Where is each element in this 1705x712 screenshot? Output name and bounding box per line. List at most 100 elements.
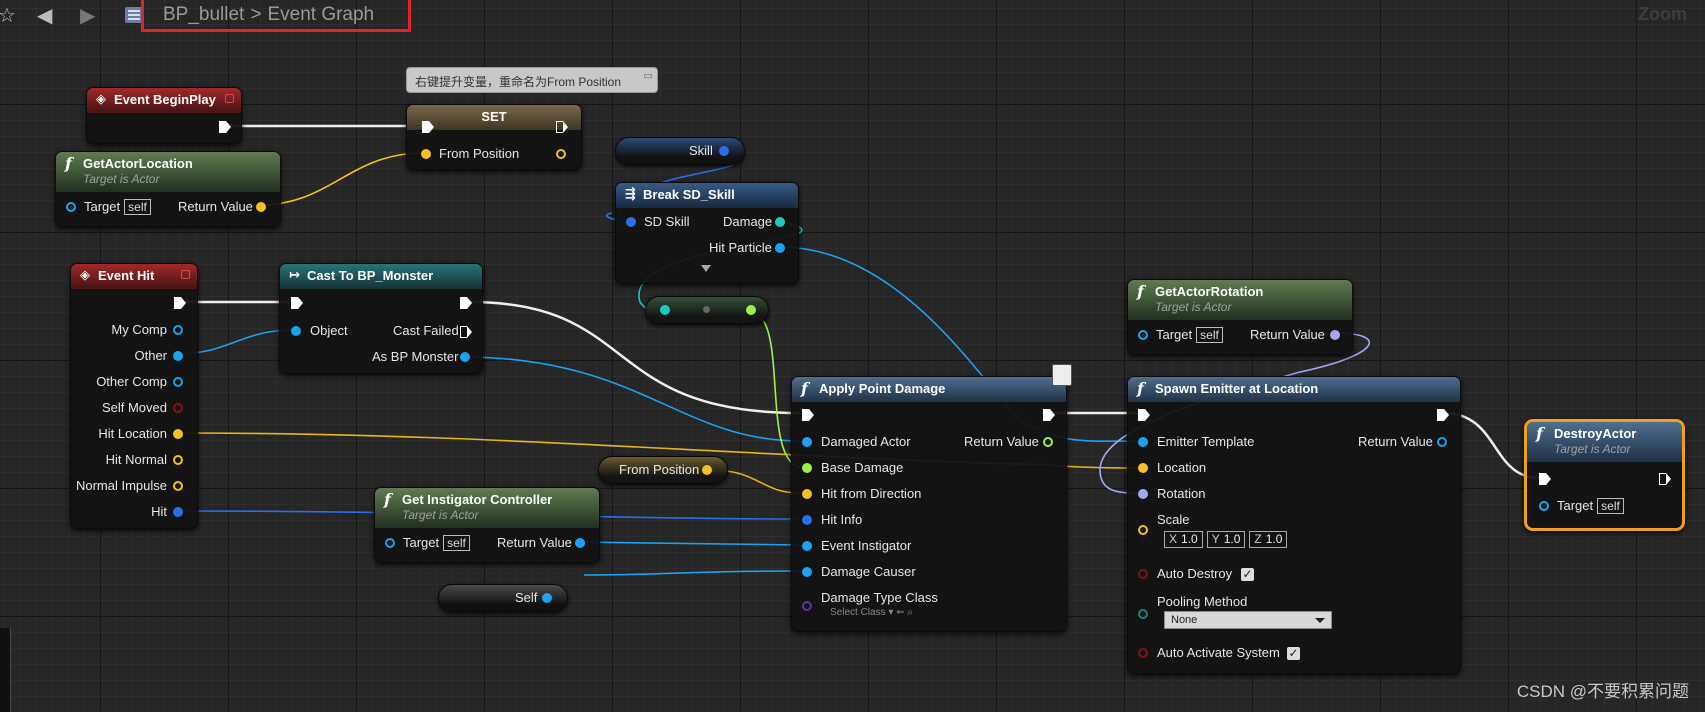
node-get-instigator-controller[interactable]: f Get Instigator Controller Target is Ac… — [374, 487, 600, 563]
exec-in-pin[interactable] — [291, 297, 303, 309]
exec-out-pin[interactable] — [460, 297, 472, 309]
delegate-pin[interactable] — [181, 270, 190, 279]
conversion-out-pin[interactable] — [746, 305, 756, 315]
other-comp-pin[interactable] — [173, 377, 183, 387]
conversion-in-pin[interactable] — [660, 305, 670, 315]
skill-out-pin[interactable] — [719, 146, 729, 156]
from-position-in-pin[interactable] — [421, 149, 431, 159]
exec-in-pin[interactable] — [1138, 409, 1150, 421]
expand-arrow-icon[interactable] — [701, 265, 711, 272]
target-pin[interactable] — [385, 538, 395, 548]
sd-skill-in-pin[interactable] — [626, 217, 636, 227]
pooling-method-pin[interactable] — [1138, 609, 1148, 619]
from-position-out-pin[interactable] — [702, 465, 712, 475]
pooling-method-dropdown[interactable]: None — [1164, 611, 1332, 629]
arrow-right-icon[interactable]: ▶ — [80, 3, 95, 28]
variable-self[interactable]: Self — [438, 584, 568, 612]
comment-bubble[interactable]: 右键提升变量，重命名为From Position ▭ — [406, 67, 658, 93]
object-in-pin[interactable] — [291, 326, 301, 336]
delegate-pin[interactable] — [225, 94, 234, 103]
damage-causer-label: Damage Causer — [821, 564, 916, 579]
return-pin[interactable] — [256, 202, 266, 212]
pin-label-hit-location: Hit Location — [98, 426, 167, 441]
hit-info-pin[interactable] — [802, 515, 812, 525]
damage-type-class-pin[interactable] — [802, 601, 812, 611]
scale-pin[interactable] — [1138, 525, 1148, 535]
exec-out-pin[interactable] — [1437, 409, 1449, 421]
auto-destroy-checkbox[interactable]: ✓ — [1241, 568, 1254, 581]
target-pin[interactable] — [1138, 330, 1148, 340]
node-get-actor-rotation[interactable]: f GetActorRotation Target is Actor Targe… — [1127, 279, 1353, 355]
normal-impulse-pin[interactable] — [173, 481, 183, 491]
self-default[interactable]: self — [124, 199, 151, 215]
node-set[interactable]: SET From Position — [406, 104, 582, 170]
self-default[interactable]: self — [443, 535, 470, 551]
node-event-begin-play[interactable]: ◈ Event BeginPlay — [86, 87, 242, 144]
node-destroy-actor[interactable]: f DestroyActor Target is Actor Target sel… — [1524, 419, 1685, 531]
cast-icon: ↦ — [289, 268, 300, 283]
exec-in-pin[interactable] — [422, 121, 434, 133]
self-moved-pin[interactable] — [173, 403, 183, 413]
return-pin[interactable] — [1043, 437, 1053, 447]
damage-causer-pin[interactable] — [802, 567, 812, 577]
arrow-left-icon[interactable]: ◀ — [37, 3, 52, 28]
base-damage-pin[interactable] — [802, 463, 812, 473]
target-pin[interactable] — [66, 202, 76, 212]
hit-location-pin[interactable] — [173, 429, 183, 439]
other-pin[interactable] — [173, 351, 183, 361]
rotation-pin[interactable] — [1138, 489, 1148, 499]
exec-in-pin[interactable] — [1539, 473, 1551, 485]
return-pin[interactable] — [575, 538, 585, 548]
self-default[interactable]: self — [1597, 498, 1624, 514]
exec-out-pin[interactable] — [219, 121, 231, 133]
select-class-dropdown[interactable]: Select Class ▾ ⇐ ⌕ — [830, 607, 913, 618]
node-subtitle: Target is Actor — [1155, 300, 1232, 314]
damage-out-pin[interactable] — [775, 217, 785, 227]
hit-particle-out-pin[interactable] — [775, 243, 785, 253]
node-spawn-emitter-at-location[interactable]: f Spawn Emitter at Location Emitter Temp… — [1127, 376, 1461, 674]
node-get-actor-location[interactable]: f GetActorLocation Target is Actor Targe… — [55, 151, 281, 227]
damaged-actor-pin[interactable] — [802, 437, 812, 447]
exec-out-pin[interactable] — [1659, 473, 1671, 485]
as-monster-out-pin[interactable] — [460, 352, 470, 362]
my-comp-pin[interactable] — [173, 325, 183, 335]
self-default[interactable]: self — [1196, 327, 1223, 343]
pin-label-my-comp: My Comp — [111, 322, 167, 337]
node-title: Event BeginPlay — [114, 92, 216, 107]
return-pin[interactable] — [1437, 437, 1447, 447]
from-position-out-pin[interactable] — [556, 149, 566, 159]
exec-out-pin[interactable] — [556, 121, 568, 133]
target-pin[interactable] — [1539, 501, 1549, 511]
scale-z-field[interactable]: Z 1.0 — [1249, 531, 1288, 548]
return-pin[interactable] — [1330, 330, 1340, 340]
node-header: f GetActorLocation Target is Actor — [56, 152, 280, 192]
auto-activate-pin[interactable] — [1138, 648, 1148, 658]
break-struct-icon: ⇶ — [625, 187, 636, 202]
exec-in-pin[interactable] — [802, 409, 814, 421]
cast-failed-pin[interactable] — [460, 326, 472, 338]
location-pin[interactable] — [1138, 463, 1148, 473]
exec-out-pin[interactable] — [1043, 409, 1055, 421]
node-event-hit[interactable]: ◈ Event Hit My Comp Other Other Comp Sel… — [70, 263, 198, 529]
comment-icon[interactable]: ▭ — [644, 71, 653, 82]
hit-from-direction-pin[interactable] — [802, 489, 812, 499]
node-cast-to-bp-monster[interactable]: ↦ Cast To BP_Monster Object Cast Failed … — [279, 263, 483, 374]
scale-y-field[interactable]: Y 1.0 — [1206, 531, 1246, 548]
variable-from-position[interactable]: From Position — [598, 456, 728, 484]
scale-x-field[interactable]: X 1.0 — [1164, 531, 1203, 548]
damage-label: Damage — [723, 214, 773, 229]
node-apply-point-damage[interactable]: f Apply Point Damage Damaged Actor Retur… — [791, 376, 1067, 632]
auto-activate-checkbox[interactable]: ✓ — [1287, 647, 1300, 660]
emitter-template-pin[interactable] — [1138, 437, 1148, 447]
event-instigator-pin[interactable] — [802, 541, 812, 551]
self-out-pin[interactable] — [542, 593, 552, 603]
event-icon: ◈ — [96, 92, 106, 107]
hit-pin[interactable] — [173, 507, 183, 517]
star-icon[interactable]: ☆ — [0, 3, 16, 28]
exec-out-pin[interactable] — [174, 297, 186, 309]
auto-destroy-pin[interactable] — [1138, 569, 1148, 579]
hit-normal-pin[interactable] — [173, 455, 183, 465]
conversion-node[interactable] — [645, 296, 769, 324]
variable-skill[interactable]: Skill — [615, 137, 745, 165]
node-break-sd-skill[interactable]: ⇶ Break SD_Skill SD Skill Damage Hit Par… — [615, 182, 799, 284]
